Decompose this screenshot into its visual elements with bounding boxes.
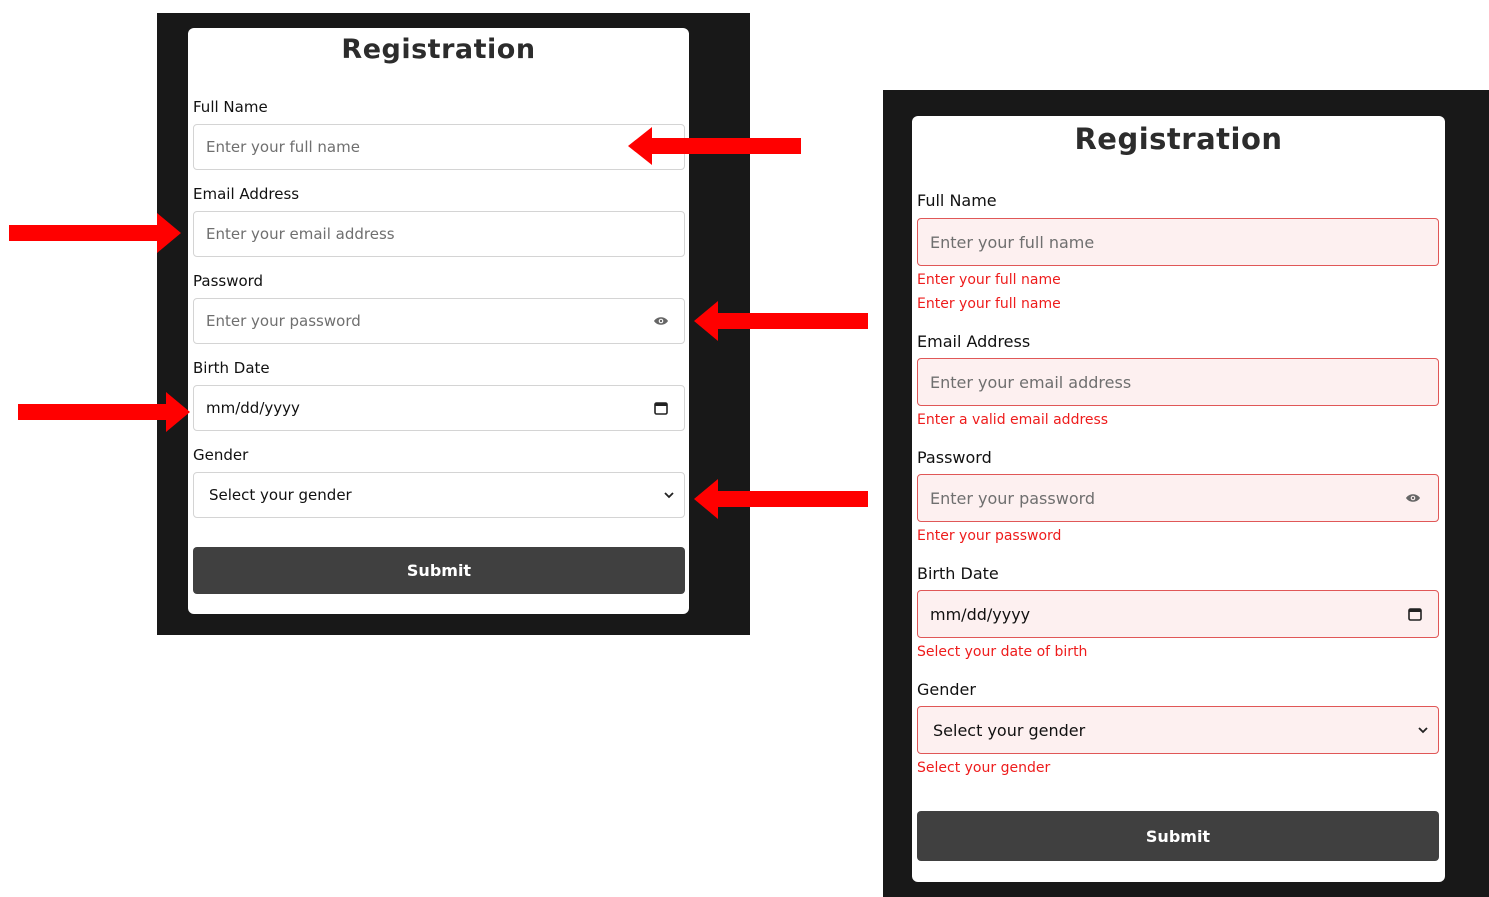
calendar-icon[interactable] <box>652 399 670 417</box>
gender-label-errors: Gender <box>917 680 976 699</box>
gender-error: Select your gender <box>917 760 1051 776</box>
arrow-birth-date-icon <box>18 392 190 432</box>
gender-value: Select your gender <box>209 486 352 504</box>
email-label: Email Address <box>193 185 300 203</box>
email-error: Enter a valid email address <box>917 412 1109 428</box>
arrow-email-icon <box>9 213 181 253</box>
calendar-icon[interactable] <box>1406 605 1424 623</box>
birth-date-value: mm/dd/yyyy <box>206 399 300 417</box>
registration-card: Registration Full Name Enter your full n… <box>188 28 689 614</box>
password-error: Enter your password <box>917 528 1062 544</box>
arrow-gender-icon <box>694 479 868 519</box>
right-form-screenshot: Registration Full Name Enter your full n… <box>883 90 1489 897</box>
birth-date-value-errors: mm/dd/yyyy <box>930 604 1031 624</box>
email-input[interactable]: Enter your email address <box>193 211 685 257</box>
submit-button-errors[interactable]: Submit <box>917 811 1439 861</box>
gender-label: Gender <box>193 446 249 464</box>
chevron-down-icon[interactable] <box>660 486 678 504</box>
full-name-error-1: Enter your full name <box>917 272 1061 288</box>
password-input[interactable]: Enter your password <box>193 298 685 344</box>
full-name-placeholder: Enter your full name <box>206 138 360 156</box>
birth-date-label: Birth Date <box>193 359 270 377</box>
submit-button[interactable]: Submit <box>193 547 685 594</box>
page-title: Registration <box>341 34 536 65</box>
page-title-errors: Registration <box>1074 122 1283 156</box>
password-placeholder: Enter your password <box>206 312 361 330</box>
eye-icon[interactable] <box>1404 489 1422 507</box>
full-name-label-errors: Full Name <box>917 191 997 210</box>
birth-date-input[interactable]: mm/dd/yyyy <box>193 385 685 431</box>
full-name-error-2: Enter your full name <box>917 296 1061 312</box>
full-name-input[interactable]: Enter your full name <box>193 124 685 170</box>
password-input-errors[interactable]: Enter your password <box>917 474 1439 522</box>
birth-date-label-errors: Birth Date <box>917 564 999 583</box>
gender-select-errors[interactable]: Select your gender <box>917 706 1439 754</box>
eye-icon[interactable] <box>652 312 670 330</box>
registration-card-errors: Registration Full Name Enter your full n… <box>912 116 1445 882</box>
email-placeholder-errors: Enter your email address <box>930 372 1132 392</box>
arrow-password-icon <box>694 301 868 341</box>
password-label: Password <box>193 272 264 290</box>
birth-date-input-errors[interactable]: mm/dd/yyyy <box>917 590 1439 638</box>
left-form-screenshot: Registration Full Name Enter your full n… <box>157 13 750 635</box>
full-name-input-errors[interactable]: Enter your full name <box>917 218 1439 266</box>
email-placeholder: Enter your email address <box>206 225 395 243</box>
arrow-full-name-icon <box>628 127 801 165</box>
full-name-label: Full Name <box>193 98 268 116</box>
birth-date-error: Select your date of birth <box>917 644 1088 660</box>
gender-value-errors: Select your gender <box>933 720 1086 740</box>
email-input-errors[interactable]: Enter your email address <box>917 358 1439 406</box>
email-label-errors: Email Address <box>917 332 1031 351</box>
password-placeholder-errors: Enter your password <box>930 488 1096 508</box>
gender-select[interactable]: Select your gender <box>193 472 685 518</box>
chevron-down-icon[interactable] <box>1414 721 1432 739</box>
full-name-placeholder-errors: Enter your full name <box>930 232 1095 252</box>
password-label-errors: Password <box>917 448 992 467</box>
